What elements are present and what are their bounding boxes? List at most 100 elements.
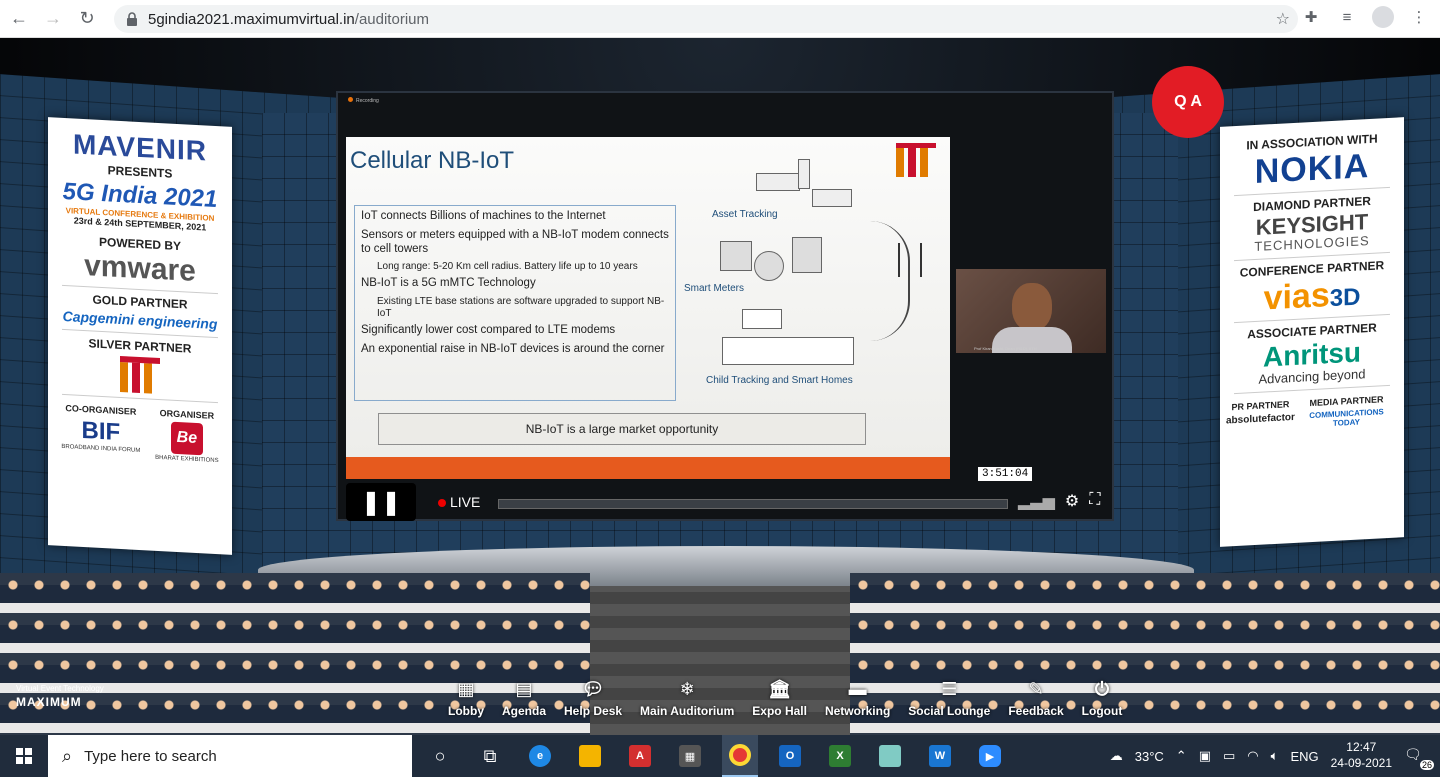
outlook-icon[interactable]: O bbox=[772, 735, 808, 777]
profile-avatar[interactable] bbox=[1372, 6, 1394, 28]
snowflake-icon: ❄ bbox=[679, 678, 695, 699]
settings-gear-icon[interactable]: ⚙ bbox=[1065, 491, 1079, 511]
event-nav-menu: ▦ Lobby ▤ Agenda 💬︎ Help Desk ❄ Main Auditorium… bbox=[448, 678, 1122, 726]
card-icon: ▬ bbox=[848, 678, 867, 699]
pause-button[interactable]: ❚❚ bbox=[346, 483, 416, 521]
live-indicator[interactable]: LIVE bbox=[438, 494, 480, 510]
truck-illustration bbox=[756, 173, 800, 191]
qa-chat-icon: Q A bbox=[1174, 93, 1202, 110]
word-icon[interactable]: W bbox=[922, 735, 958, 777]
url-path: /auditorium bbox=[354, 10, 429, 28]
taskbar-search[interactable]: ⌕ Type here to search bbox=[48, 735, 412, 777]
slide-bullet: IoT connects Billions of machines to the… bbox=[361, 210, 606, 222]
wifi-icon[interactable]: ◠ bbox=[1247, 748, 1258, 764]
smart-meter-illustration bbox=[792, 237, 822, 273]
power-icon: ⏻ bbox=[1094, 678, 1110, 699]
extensions-icon[interactable]: ✚ bbox=[1300, 6, 1322, 28]
media-queue-icon[interactable]: ≡ bbox=[1336, 6, 1358, 28]
slide-footer-bar bbox=[346, 457, 950, 479]
speaker-icon[interactable]: 🔈︎ bbox=[1271, 748, 1279, 764]
zoom-icon[interactable]: ▶ bbox=[972, 735, 1008, 777]
back-icon[interactable]: ← bbox=[4, 4, 34, 34]
nav-logout[interactable]: ⏻ Logout bbox=[1082, 678, 1123, 726]
pr-media-row: PR PARTNER absolutefactor MEDIA PARTNER … bbox=[1226, 390, 1398, 433]
weather-cloud-icon[interactable]: ☁ bbox=[1110, 748, 1123, 764]
lorry-illustration bbox=[812, 189, 852, 207]
slide-bullet: Significantly lower cost compared to LTE… bbox=[361, 324, 616, 337]
notification-center-icon[interactable]: 🗨︎ 26 bbox=[1404, 746, 1434, 770]
cell-tower-icon bbox=[898, 243, 922, 277]
store-icon[interactable]: ▦ bbox=[672, 735, 708, 777]
smart-meter-illustration bbox=[720, 241, 752, 271]
pr-partner-label: PR PARTNER bbox=[1231, 399, 1290, 413]
start-button[interactable] bbox=[0, 735, 48, 777]
address-bar[interactable]: 5gindia2021.maximumvirtual.in/auditorium… bbox=[114, 5, 1298, 33]
task-view-icon[interactable]: ⧉ bbox=[472, 735, 508, 777]
database-icon: ☰ bbox=[941, 678, 958, 699]
nav-agenda[interactable]: ▤ Agenda bbox=[502, 678, 546, 726]
nav-label: Feedback bbox=[1008, 704, 1064, 718]
seek-bar[interactable] bbox=[498, 499, 1008, 509]
speaker-webcam: Prof Kiran Kuchi, Dean (R&D), IITH bbox=[956, 269, 1106, 353]
slide-bullet: Sensors or meters equipped with a NB-IoT… bbox=[361, 228, 669, 255]
presentation-slide: Cellular NB-IoT IoT connects Billions of… bbox=[346, 137, 950, 479]
volume-bars-icon[interactable]: ▂▃▅ bbox=[1018, 491, 1055, 511]
nav-feedback[interactable]: ✎ Feedback bbox=[1008, 678, 1063, 726]
nav-networking[interactable]: ▬ Networking bbox=[825, 678, 890, 726]
right-sponsor-banner[interactable]: IN ASSOCIATION WITH NOKIA DIAMOND PARTNE… bbox=[1220, 117, 1404, 547]
nav-social-lounge[interactable]: ☰ Social Lounge bbox=[908, 678, 990, 726]
iith-logo bbox=[120, 355, 160, 395]
nav-label: Agenda bbox=[502, 704, 547, 718]
smart-meters-label: Smart Meters bbox=[684, 283, 745, 294]
qa-button[interactable]: Q A bbox=[1152, 66, 1224, 138]
nav-lobby[interactable]: ▦ Lobby bbox=[448, 678, 484, 726]
meet-now-icon[interactable]: ▣ bbox=[1199, 748, 1211, 764]
vias-3d-text: 3D bbox=[1329, 283, 1361, 313]
fullscreen-icon[interactable]: ⛶ bbox=[1089, 491, 1100, 511]
nav-expo-hall[interactable]: 🏛︎ Expo Hall bbox=[752, 678, 807, 726]
slide-bullet: NB-IoT is a 5G mMTC Technology bbox=[361, 277, 536, 290]
acrobat-icon[interactable]: A bbox=[622, 735, 658, 777]
nav-label: Expo Hall bbox=[752, 704, 807, 718]
menu-kebab-icon[interactable]: ⋮ bbox=[1408, 6, 1430, 28]
nav-label: Networking bbox=[824, 704, 891, 718]
language-indicator[interactable]: ENG bbox=[1290, 749, 1318, 764]
clock-date: 24-09-2021 bbox=[1330, 756, 1392, 770]
be-logo: Be bbox=[170, 421, 203, 456]
organiser-label: ORGANISER bbox=[159, 408, 215, 421]
excel-icon[interactable]: X bbox=[822, 735, 858, 777]
battery-icon[interactable]: ▭ bbox=[1223, 748, 1235, 764]
edge-icon[interactable]: e bbox=[522, 735, 558, 777]
speaker-name: Prof Kiran Kuchi, Dean (R&D), IITH bbox=[974, 346, 1037, 351]
chat-icon: 💬︎ bbox=[581, 678, 605, 699]
file-explorer-icon[interactable] bbox=[572, 735, 608, 777]
organisers-row: CO-ORGANISER BIF BROADBAND INDIA FORUM O… bbox=[54, 399, 226, 464]
notes-icon[interactable] bbox=[872, 735, 908, 777]
nokia-logo: NOKIA bbox=[1254, 146, 1370, 192]
nav-help-desk[interactable]: 💬︎ Help Desk bbox=[564, 678, 622, 726]
slide-sub-bullet: Long range: 5-20 Km cell radius. Battery… bbox=[377, 261, 638, 273]
nav-main-auditorium[interactable]: ❄ Main Auditorium bbox=[640, 678, 734, 726]
cortana-icon[interactable]: ○ bbox=[422, 735, 458, 777]
left-sponsor-banner[interactable]: MAVENIR PRESENTS 5G India 2021 VIRTUAL C… bbox=[48, 117, 232, 555]
chrome-icon[interactable] bbox=[722, 735, 758, 777]
asset-tracking-label: Asset Tracking bbox=[712, 209, 778, 220]
video-player[interactable]: Recording Cellular NB-IoT IoT connects B… bbox=[336, 91, 1114, 521]
browser-toolbar: ← → ↻ 5gindia2021.maximumvirtual.in/audi… bbox=[0, 0, 1440, 38]
speaker-face bbox=[1012, 283, 1052, 331]
building-icon: 🏛︎ bbox=[768, 678, 792, 699]
system-clock[interactable]: 12:47 24-09-2021 bbox=[1331, 740, 1392, 771]
tray-chevron-icon[interactable]: ⌃ bbox=[1176, 748, 1187, 764]
weather-temp[interactable]: 33°C bbox=[1135, 749, 1164, 764]
nav-label: Social Lounge bbox=[908, 704, 991, 718]
people-illustration bbox=[742, 309, 782, 329]
auditorium-scene: MAVENIR PRESENTS 5G India 2021 VIRTUAL C… bbox=[0, 38, 1440, 735]
notification-count: 26 bbox=[1419, 760, 1434, 770]
bookmark-star-icon[interactable]: ☆ bbox=[1276, 9, 1290, 29]
search-placeholder: Type here to search bbox=[84, 747, 217, 765]
forward-icon[interactable]: → bbox=[38, 4, 68, 34]
iith-slide-logo bbox=[896, 143, 936, 177]
reload-icon[interactable]: ↻ bbox=[72, 4, 102, 34]
grid-icon: ▦ bbox=[457, 678, 475, 699]
live-label: LIVE bbox=[450, 494, 481, 510]
